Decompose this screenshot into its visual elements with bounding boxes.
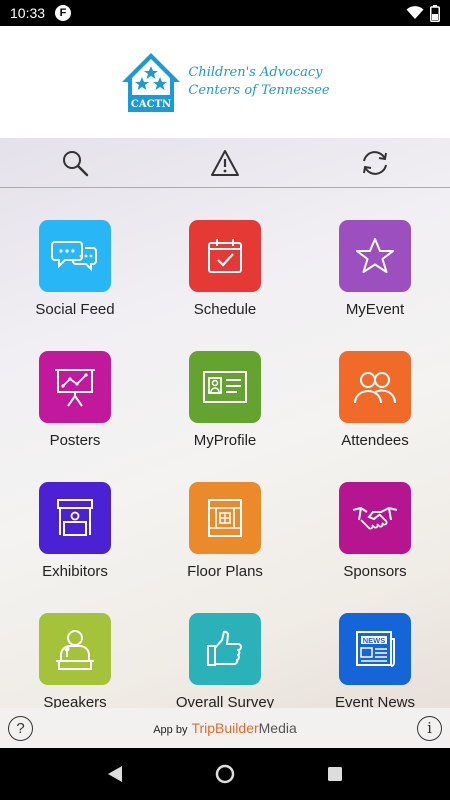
status-icons bbox=[406, 4, 440, 22]
app-footer: ? App by TripBuilderMedia i bbox=[0, 708, 450, 748]
brand-part2: Media bbox=[258, 720, 297, 736]
tile-myprofile[interactable]: MyProfile bbox=[150, 351, 300, 482]
tile-label: Event News bbox=[334, 694, 416, 708]
app-header: CACTN Children's Advocacy Centers of Ten… bbox=[0, 26, 450, 138]
footer-credit: App by TripBuilderMedia bbox=[153, 720, 297, 736]
logo-text: Children's Advocacy Centers of Tennessee bbox=[188, 64, 329, 100]
tile-attendees[interactable]: Attendees bbox=[300, 351, 450, 482]
tile-label: Posters bbox=[49, 432, 101, 449]
tile-speakers[interactable]: Speakers bbox=[0, 613, 150, 708]
system-nav-bar bbox=[0, 748, 450, 800]
tile-overall-survey[interactable]: Overall Survey bbox=[150, 613, 300, 708]
tile-exhibitors[interactable]: Exhibitors bbox=[0, 482, 150, 613]
people-icon bbox=[354, 372, 397, 404]
logo-line1: Children's Advocacy bbox=[188, 65, 323, 80]
tile-label: Social Feed bbox=[35, 301, 115, 318]
tile-schedule[interactable]: Schedule bbox=[150, 220, 300, 351]
tile-event-news[interactable]: NEWS Event News bbox=[300, 613, 450, 708]
handshake-icon bbox=[352, 506, 398, 530]
tile-icon-bg bbox=[189, 220, 261, 292]
tile-label: Floor Plans bbox=[187, 563, 263, 580]
tile-label: MyProfile bbox=[193, 432, 257, 449]
tile-social-feed[interactable]: Social Feed bbox=[0, 220, 150, 351]
tile-label: MyEvent bbox=[345, 301, 405, 318]
tile-icon-bg bbox=[39, 482, 111, 554]
thumbs-up-icon bbox=[207, 630, 242, 666]
notification-badge: F bbox=[55, 5, 72, 21]
svg-text:NEWS: NEWS bbox=[363, 636, 386, 645]
logo-line2: Centers of Tennessee bbox=[188, 83, 330, 98]
recents-square-icon bbox=[328, 767, 342, 781]
toolbar bbox=[0, 138, 450, 188]
search-icon bbox=[63, 150, 89, 176]
info-icon: i bbox=[427, 719, 432, 737]
tile-floor-plans[interactable]: Floor Plans bbox=[150, 482, 300, 613]
main-content: Social Feed Schedule MyEvent Posters MyP… bbox=[0, 138, 450, 708]
tripbuilder-logo[interactable]: TripBuilderMedia bbox=[191, 720, 296, 736]
help-icon: ? bbox=[16, 719, 25, 737]
exhibitor-booth-icon bbox=[57, 499, 93, 536]
status-time: 10:33 bbox=[10, 5, 46, 21]
house-stars-logo-icon: CACTN bbox=[122, 53, 181, 112]
newspaper-icon: NEWS bbox=[356, 631, 395, 667]
chat-bubbles-icon bbox=[51, 241, 97, 272]
logo-abbrev: CACTN bbox=[131, 99, 171, 110]
tile-label: Sponsors bbox=[343, 563, 407, 580]
help-button[interactable]: ? bbox=[8, 715, 33, 741]
tile-icon-bg bbox=[339, 351, 411, 423]
presentation-board-icon bbox=[55, 369, 95, 407]
tile-icon-bg: NEWS bbox=[339, 613, 411, 685]
status-bar: 10:33 F bbox=[0, 0, 450, 26]
floor-plan-icon bbox=[208, 499, 242, 537]
sync-icon bbox=[363, 150, 387, 175]
app-by-label: App by bbox=[153, 724, 188, 736]
tile-label: Speakers bbox=[43, 694, 107, 708]
tile-posters[interactable]: Posters bbox=[0, 351, 150, 482]
speaker-icon bbox=[56, 630, 94, 670]
tile-label: Attendees bbox=[341, 432, 409, 449]
tile-label: Exhibitors bbox=[42, 563, 108, 580]
tile-label: Overall Survey bbox=[175, 694, 275, 708]
info-button[interactable]: i bbox=[417, 715, 442, 741]
tile-icon-bg bbox=[39, 351, 111, 423]
brand-part1: TripBuilder bbox=[191, 720, 259, 736]
wifi-icon bbox=[406, 6, 424, 19]
tile-icon-bg bbox=[339, 220, 411, 292]
search-button[interactable] bbox=[0, 138, 150, 188]
star-icon bbox=[356, 238, 394, 273]
sync-button[interactable] bbox=[300, 138, 450, 188]
tile-icon-bg bbox=[189, 351, 261, 423]
id-card-icon bbox=[203, 371, 247, 403]
back-triangle-icon bbox=[108, 766, 122, 782]
home-circle-icon bbox=[215, 764, 235, 784]
battery-icon bbox=[430, 4, 440, 22]
tile-icon-bg bbox=[189, 482, 261, 554]
tile-myevent[interactable]: MyEvent bbox=[300, 220, 450, 351]
tile-icon-bg bbox=[39, 613, 111, 685]
tile-icon-bg bbox=[339, 482, 411, 554]
tile-label: Schedule bbox=[193, 301, 257, 318]
calendar-icon bbox=[208, 239, 242, 273]
tile-sponsors[interactable]: Sponsors bbox=[300, 482, 450, 613]
cactn-logo: CACTN Children's Advocacy Centers of Ten… bbox=[120, 50, 330, 114]
recents-button[interactable] bbox=[315, 754, 355, 794]
tile-icon-bg bbox=[189, 613, 261, 685]
home-button[interactable] bbox=[205, 754, 245, 794]
alert-icon bbox=[211, 149, 239, 176]
tile-icon-bg bbox=[39, 220, 111, 292]
back-button[interactable] bbox=[95, 754, 135, 794]
alerts-button[interactable] bbox=[150, 138, 300, 188]
